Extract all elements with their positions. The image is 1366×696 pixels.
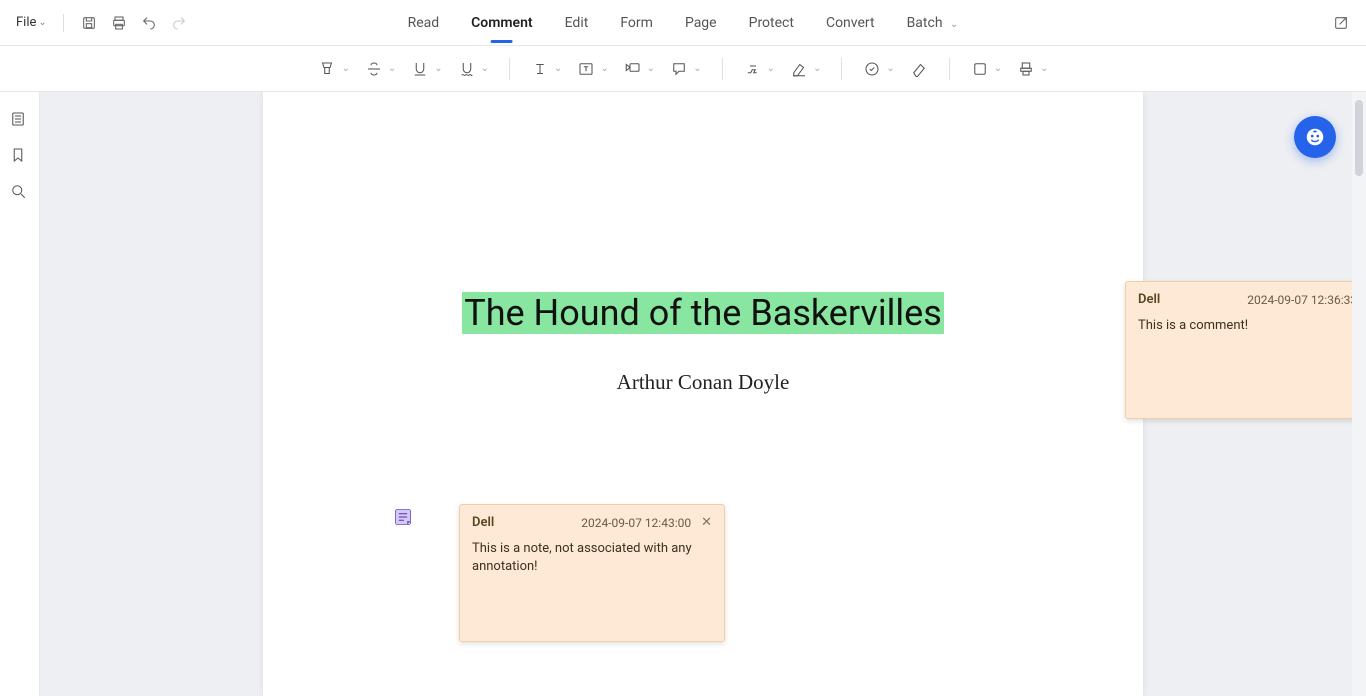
caret-icon xyxy=(530,59,550,79)
document-canvas[interactable]: The Hound of the Baskervilles Arthur Con… xyxy=(40,92,1366,696)
note-body[interactable]: This is a note, not associated with any … xyxy=(472,540,712,576)
eraser-tool[interactable] xyxy=(909,59,929,79)
comment-timestamp: 2024-09-07 12:36:33 xyxy=(1247,293,1357,307)
tab-comment[interactable]: Comment xyxy=(471,7,532,39)
chevron-down-icon: ⌄ xyxy=(693,63,701,74)
note-timestamp: 2024-09-07 12:43:00 xyxy=(581,516,691,530)
chevron-down-icon: ⌄ xyxy=(481,63,489,74)
caret-tool[interactable]: ⌄ xyxy=(530,59,562,79)
shape-tool[interactable]: ⌄ xyxy=(970,59,1002,79)
chevron-down-icon: ⌄ xyxy=(341,63,349,74)
document-title-highlighted: The Hound of the Baskervilles xyxy=(462,292,944,334)
stamp-icon xyxy=(862,59,882,79)
strikethrough-tool[interactable]: ⌄ xyxy=(364,59,396,79)
tab-read[interactable]: Read xyxy=(408,7,440,39)
textbox-icon xyxy=(576,59,596,79)
separator xyxy=(63,14,64,32)
thumbnails-icon[interactable] xyxy=(9,110,31,132)
tab-batch-label: Batch xyxy=(907,15,943,31)
chevron-down-icon: ⌄ xyxy=(600,63,608,74)
squiggly-icon xyxy=(457,59,477,79)
tab-edit[interactable]: Edit xyxy=(565,7,589,39)
document-title[interactable]: The Hound of the Baskervilles xyxy=(263,292,1143,334)
left-sidebar xyxy=(0,92,40,696)
chevron-down-icon: ⌄ xyxy=(434,63,442,74)
eraser-icon xyxy=(909,59,929,79)
chevron-down-icon: ⌄ xyxy=(38,17,46,28)
underline-icon xyxy=(410,59,430,79)
comment-toolbar: ⌄ ⌄ ⌄ ⌄ ⌄ ⌄ ⌄ ⌄ ⌄ ⌄ ⌄ xyxy=(0,46,1366,92)
callout-icon xyxy=(623,59,643,79)
comment-header: Dell 2024-09-07 12:36:33 ✕ xyxy=(1138,292,1366,307)
chevron-down-icon: ⌄ xyxy=(994,63,1002,74)
chevron-down-icon: ⌄ xyxy=(647,63,655,74)
note-author: Dell xyxy=(472,515,494,530)
chevron-down-icon: ⌄ xyxy=(767,63,775,74)
comment-body[interactable]: This is a comment! xyxy=(1138,317,1366,335)
callout-tool[interactable]: ⌄ xyxy=(623,59,655,79)
tab-form[interactable]: Form xyxy=(620,7,653,39)
area-highlight-icon xyxy=(743,59,763,79)
separator xyxy=(722,58,723,80)
separator xyxy=(841,58,842,80)
app-toolbar: File ⌄ Read Comment Edit Form Page Prote… xyxy=(0,0,1366,46)
attachment-icon xyxy=(1016,59,1036,79)
pencil-icon xyxy=(789,59,809,79)
document-page: The Hound of the Baskervilles Arthur Con… xyxy=(263,92,1143,696)
chevron-down-icon: ⌄ xyxy=(1040,63,1048,74)
close-icon[interactable]: ✕ xyxy=(701,515,712,530)
shape-icon xyxy=(970,59,990,79)
comment-author: Dell xyxy=(1138,292,1160,307)
separator xyxy=(509,58,510,80)
ai-assistant-button[interactable] xyxy=(1294,116,1336,158)
note-icon xyxy=(669,59,689,79)
note-tool[interactable]: ⌄ xyxy=(669,59,701,79)
share-icon[interactable] xyxy=(1330,12,1352,34)
tab-batch[interactable]: Batch ⌄ xyxy=(907,7,959,39)
scrollbar-thumb[interactable] xyxy=(1355,100,1363,176)
separator xyxy=(949,58,950,80)
save-icon[interactable] xyxy=(78,12,100,34)
redo-icon[interactable] xyxy=(168,12,190,34)
attachment-tool[interactable]: ⌄ xyxy=(1016,59,1048,79)
workspace: The Hound of the Baskervilles Arthur Con… xyxy=(0,92,1366,696)
chevron-down-icon: ⌄ xyxy=(388,63,396,74)
tab-convert[interactable]: Convert xyxy=(826,7,875,39)
stamp-tool[interactable]: ⌄ xyxy=(862,59,894,79)
bookmark-icon[interactable] xyxy=(9,146,31,168)
pencil-tool[interactable]: ⌄ xyxy=(789,59,821,79)
chevron-down-icon: ⌄ xyxy=(813,63,821,74)
area-highlight-tool[interactable]: ⌄ xyxy=(743,59,775,79)
highlight-tool[interactable]: ⌄ xyxy=(317,59,349,79)
chevron-down-icon: ⌄ xyxy=(950,19,958,30)
chevron-down-icon: ⌄ xyxy=(886,63,894,74)
textbox-tool[interactable]: ⌄ xyxy=(576,59,608,79)
tab-page[interactable]: Page xyxy=(685,7,717,39)
underline-tool[interactable]: ⌄ xyxy=(410,59,442,79)
sticky-note-icon[interactable] xyxy=(393,507,413,527)
search-icon[interactable] xyxy=(9,182,31,204)
print-icon[interactable] xyxy=(108,12,130,34)
tab-protect[interactable]: Protect xyxy=(749,7,794,39)
squiggly-tool[interactable]: ⌄ xyxy=(457,59,489,79)
highlight-icon xyxy=(317,59,337,79)
note-popup[interactable]: Dell 2024-09-07 12:43:00 ✕ This is a not… xyxy=(459,504,725,642)
file-menu[interactable]: File ⌄ xyxy=(10,11,53,34)
vertical-scrollbar[interactable] xyxy=(1352,92,1366,696)
document-author: Arthur Conan Doyle xyxy=(263,370,1143,395)
undo-icon[interactable] xyxy=(138,12,160,34)
note-header: Dell 2024-09-07 12:43:00 ✕ xyxy=(472,515,712,530)
chevron-down-icon: ⌄ xyxy=(554,63,562,74)
menu-tabs: Read Comment Edit Form Page Protect Conv… xyxy=(408,7,959,39)
strikethrough-icon xyxy=(364,59,384,79)
comment-popup[interactable]: Dell 2024-09-07 12:36:33 ✕ This is a com… xyxy=(1125,281,1366,419)
file-label: File xyxy=(16,15,36,30)
